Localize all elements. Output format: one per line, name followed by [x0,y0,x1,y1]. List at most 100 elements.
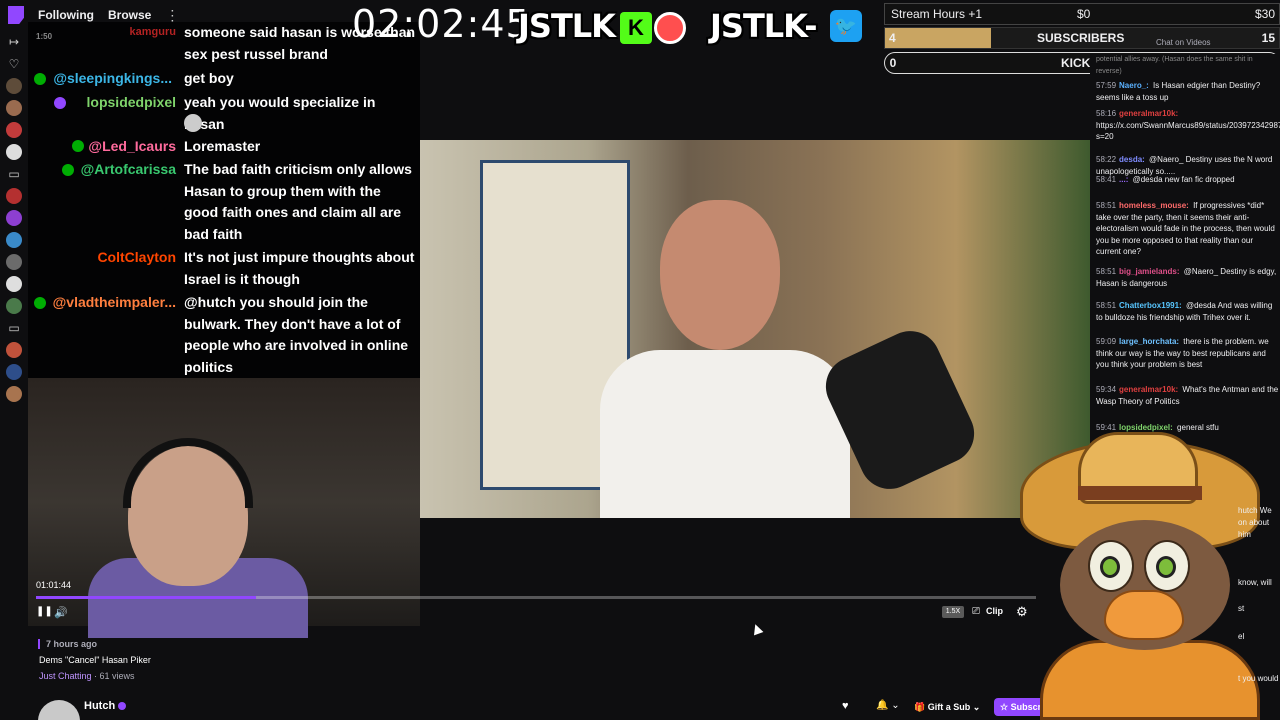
channel-avatar[interactable] [6,188,22,204]
stream-hours-label: Stream Hours +1 [891,7,983,21]
clip-button[interactable]: Clip [986,606,1003,616]
chat-username[interactable]: Chatterbox1991: [1119,301,1182,310]
vod-title: Dems "Cancel" Hasan Piker [39,655,151,665]
chat-username[interactable]: homeless_mouse: [1119,201,1189,210]
chat-username[interactable]: desda: [1119,155,1145,164]
seek-bar[interactable] [36,596,1036,599]
chat-text-fragment: t you would [1238,674,1279,683]
chat-username[interactable]: large_horchata: [1119,337,1179,346]
twitch-logo-icon[interactable] [8,6,24,24]
chat-line: 58:16 generalmar10k: https://x.com/SwannM… [1096,108,1280,143]
vod-views: · 61 views [94,671,135,681]
chat-user: kamguru [129,26,176,38]
chat-username[interactable]: lopsidedpixel: [1119,423,1173,432]
gift-sub-button[interactable]: 🎁 Gift a Sub ⌄ [914,698,990,716]
notification-bell-icon[interactable]: 🔔 ⌄ [876,700,900,711]
channel-avatar[interactable] [6,298,22,314]
chat-line: 57:59 Naero_: Is Hasan edgier than Destin… [1096,80,1280,103]
channel-banner-twitter: JSTLK- [710,7,817,45]
more-icon[interactable]: ⋮ [165,7,179,24]
seek-fill [36,596,256,599]
streamer-name[interactable]: Hutch [84,700,115,712]
chat-line: 59:34 generalmar10k: What's the Antman an… [1096,384,1280,407]
chat-line: 58:51 Chatterbox1991: @desda And was will… [1096,300,1280,323]
chat-username[interactable]: generalmar10k: [1119,109,1178,118]
chat-timestamp: 58:16 [1096,109,1117,118]
overlay-chat: 1:50 kamguru someone said hasan is worse… [28,22,420,378]
chat-message: yeah you would specialize in hasan [184,94,376,132]
verified-icon [118,702,126,710]
chat-user: @sleepingkings... [53,70,172,86]
chat-line: 58:51 big_jamielands: @Naero_ Destiny is … [1096,266,1280,289]
mascot-overlay [1010,432,1272,720]
badge-icon [72,140,84,152]
subscribers-goal: 4 SUBSCRIBERS 15 [884,27,1280,49]
chat-message: get boy [184,70,234,86]
chat-timestamp: 58:51 [1096,201,1117,210]
chat-text-fragment: on about [1238,518,1270,527]
left-rail: ↦ ♡ ▭ ▭ [0,30,28,430]
emote-icon [184,114,202,132]
channel-avatar[interactable] [6,232,22,248]
streamer-avatar[interactable] [38,700,80,720]
chat-message: It's not just impure thoughts about Isra… [184,249,415,287]
channel-avatar[interactable] [6,386,22,402]
chat-message: @hutch you should join the bulwark. They… [184,294,409,375]
channel-avatar[interactable] [6,210,22,226]
chat-message: Loremaster [184,138,261,154]
mouse-cursor [750,622,764,636]
chat-user: @Artofcarissa [80,161,176,177]
heart-icon[interactable]: ♡ [6,56,22,72]
camera-icon[interactable]: ▭ [6,166,22,182]
channel-avatar[interactable] [6,144,22,160]
camera-icon[interactable]: ▭ [6,320,22,336]
chat-text: @desda new fan fic dropped [1130,175,1235,184]
chat-username[interactable]: generalmar10k: [1119,385,1178,394]
main-video[interactable] [420,140,1090,518]
chat-text-fragment: hutch We [1238,506,1272,515]
channel-avatar[interactable] [6,254,22,270]
chat-text: https://x.com/SwannMarcus89/status/20397… [1096,120,1280,142]
subs-label: SUBSCRIBERS [1037,31,1125,45]
nav-browse[interactable]: Browse [108,8,151,22]
hours-start: $0 [1077,7,1091,21]
channel-avatar[interactable] [6,100,22,116]
channel-avatar[interactable] [6,364,22,380]
chat-text-fragment: him [1238,530,1251,539]
kick-logo-icon: K [620,12,652,44]
chat-user: lopsidedpixel [86,94,176,110]
chat-timestamp: 59:09 [1096,337,1117,346]
chat-timestamp: 59:34 [1096,385,1117,394]
channel-avatar[interactable] [6,122,22,138]
chat-timestamp: 58:22 [1096,155,1117,164]
nav-following[interactable]: Following [38,8,94,22]
chat-line: potential allies away. (Hasan does the s… [1096,56,1253,75]
chat-line: 58:51 homeless_mouse: If progressives *di… [1096,200,1280,258]
video-person-face [660,200,780,350]
stream-hours-goal: Stream Hours +1 $0 $30 [884,3,1280,25]
channel-avatar[interactable] [6,78,22,94]
chat-timestamp: 59:41 [1096,423,1117,432]
subs-count: 4 [889,31,896,45]
follow-heart-icon[interactable]: ♥ [842,700,849,712]
kicks-start: 0 [889,56,897,70]
chat-username[interactable]: Naero_: [1119,81,1149,90]
pause-icon[interactable]: ❚❚ [36,606,53,617]
stream-timer: 02:02:45 [352,2,531,46]
chat-timestamp: 58:51 [1096,301,1117,310]
channel-avatar[interactable] [6,276,22,292]
chat-username[interactable]: ...: [1119,175,1128,184]
playback-speed[interactable]: 1.5X [942,606,964,618]
chat-timestamp: 57:59 [1096,81,1117,90]
badge-icon [34,297,46,309]
collapse-icon[interactable]: ↦ [6,34,22,50]
clip-icon[interactable]: ⎚ [972,606,980,617]
webcam-feed [28,378,420,638]
chat-text-fragment: el [1238,632,1245,641]
chat-user: @Led_Icaurs [88,138,176,154]
chat-user: @vladtheimpaler... [52,294,176,310]
volume-icon[interactable]: 🔊 [54,606,68,619]
vod-category[interactable]: Just Chatting [39,671,92,681]
channel-avatar[interactable] [6,342,22,358]
chat-username[interactable]: big_jamielands: [1119,267,1179,276]
